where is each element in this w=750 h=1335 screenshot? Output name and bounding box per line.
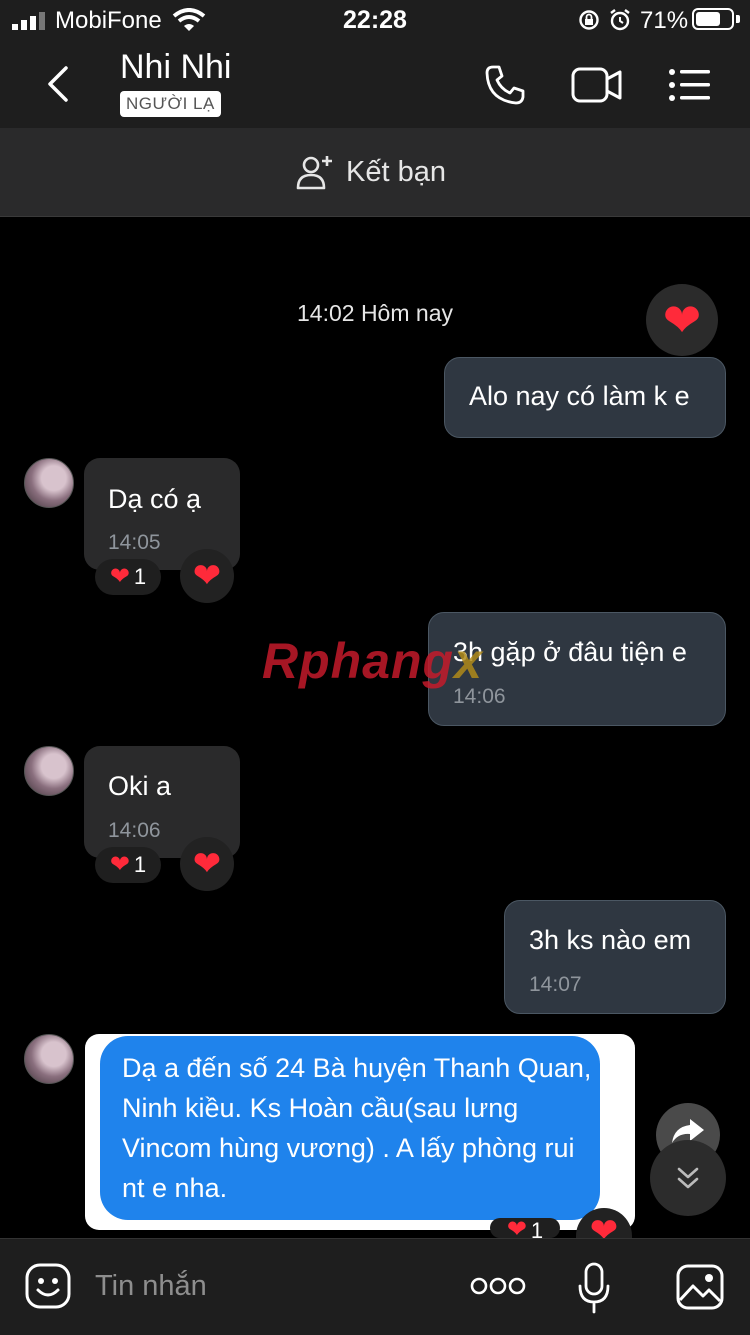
rotation-lock-icon [579, 10, 599, 30]
heart-icon: ❤ [192, 557, 222, 595]
reaction-count: 1 [530, 1218, 544, 1238]
battery-icon [692, 8, 734, 30]
contact-name[interactable]: Nhi Nhi [120, 48, 231, 87]
scroll-to-bottom-button[interactable] [650, 1140, 726, 1216]
menu-icon[interactable] [668, 68, 712, 102]
heart-icon: ❤ [662, 294, 702, 346]
heart-icon: ❤ [109, 851, 130, 878]
heart-icon: ❤ [192, 845, 222, 883]
date-separator: 14:02 Hôm nay [297, 300, 453, 326]
add-friend-label: Kết bạn [346, 156, 446, 188]
message-text: 3h ks nào em [529, 925, 692, 955]
watermark-logo: Rphangx [262, 633, 483, 689]
image-message-text: Dạ a đến số 24 Bà huyện Thanh Quan, Ninh… [122, 1053, 592, 1203]
reaction-count-pill[interactable]: ❤ 1 [490, 1218, 560, 1238]
reaction-count-pill[interactable]: ❤ 1 [95, 559, 161, 595]
battery-cap [736, 15, 740, 23]
reaction-count: 1 [133, 852, 147, 877]
message-text: Dạ có ạ [108, 484, 202, 514]
battery-percent: 71% [640, 7, 689, 34]
chat-header [0, 40, 750, 128]
avatar[interactable] [24, 746, 74, 796]
alarm-icon [610, 9, 630, 31]
avatar[interactable] [24, 1034, 74, 1084]
double-chevron-down-icon [677, 1167, 699, 1189]
microphone-icon[interactable] [577, 1262, 611, 1314]
phone-icon[interactable] [484, 64, 526, 106]
status-time: 22:28 [343, 6, 407, 34]
image-icon[interactable] [676, 1264, 724, 1310]
message-input[interactable]: Tin nhắn [95, 1270, 207, 1303]
heart-icon: ❤ [109, 563, 130, 590]
add-friend-icon [296, 156, 332, 190]
reaction-button[interactable]: ❤ [180, 549, 234, 603]
stranger-badge: NGƯỜI LẠ [120, 91, 221, 117]
more-icon[interactable] [470, 1276, 526, 1296]
message-text: Alo nay có làm k e [469, 381, 690, 411]
heart-icon: ❤ [506, 1218, 527, 1238]
message-time: 14:07 [529, 973, 582, 996]
message-time: 14:05 [108, 531, 161, 554]
back-icon[interactable] [40, 62, 76, 106]
reaction-button[interactable]: ❤ [646, 284, 718, 356]
reaction-button[interactable]: ❤ [180, 837, 234, 891]
reaction-count-pill[interactable]: ❤ 1 [95, 847, 161, 883]
message-text: Oki a [108, 771, 172, 801]
message-text: 3h gặp ở đâu tiện e [453, 637, 687, 667]
video-call-icon[interactable] [571, 66, 623, 104]
reaction-count: 1 [133, 564, 147, 589]
heart-icon: ❤ [589, 1212, 619, 1238]
message-time: 14:06 [108, 819, 161, 842]
emoji-icon[interactable] [24, 1262, 72, 1310]
avatar[interactable] [24, 458, 74, 508]
